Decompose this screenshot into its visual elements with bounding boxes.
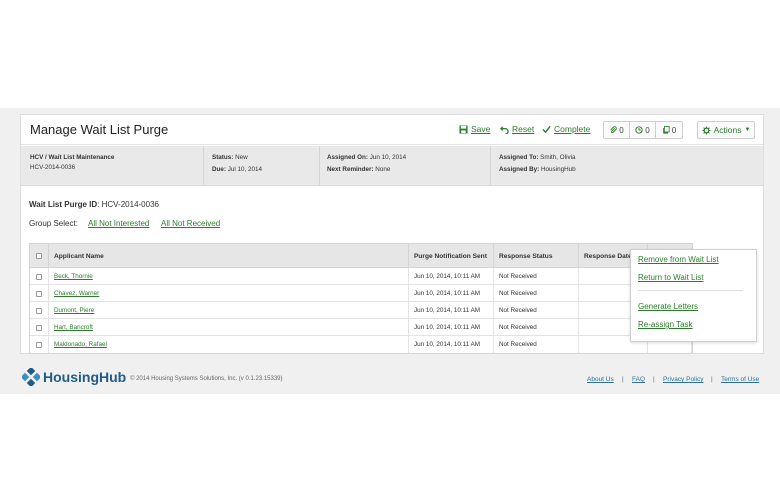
reset-button[interactable]: Reset <box>500 124 534 134</box>
response-status-cell: Not Received <box>494 285 579 302</box>
row-checkbox[interactable] <box>36 307 42 314</box>
paperclip-icon <box>610 126 618 134</box>
select-all-not-received-link[interactable]: All Not Received <box>161 219 220 228</box>
notes-icon <box>662 126 670 134</box>
footer-separator: | <box>711 376 713 383</box>
row-checkbox-cell <box>30 319 49 336</box>
notes-button[interactable]: 0 <box>656 122 682 138</box>
response-status-cell: Not Received <box>494 336 579 353</box>
breadcrumb: HCV / Wait List Maintenance <box>30 154 115 161</box>
copyright-text: © 2014 Housing Systems Solutions, Inc. (… <box>130 376 283 382</box>
clock-icon <box>635 126 643 134</box>
row-checkbox-cell <box>30 336 49 353</box>
row-checkbox-cell <box>30 302 49 319</box>
reset-label: Reset <box>512 124 535 134</box>
row-checkbox[interactable] <box>36 341 42 348</box>
assigned-by-field: Assigned By: HousingHub <box>499 166 576 173</box>
purge-id: Wait List Purge ID: HCV-2014-0036 <box>29 200 159 209</box>
group-select-label: Group Select: <box>29 219 78 228</box>
footer-link-faq[interactable]: FAQ <box>632 376 645 383</box>
row-checkbox[interactable] <box>36 290 42 297</box>
actions-button[interactable]: Actions ▼ <box>697 121 755 139</box>
applicant-name-link[interactable]: Dumont, Piere <box>49 302 409 319</box>
chevron-down-icon: ▼ <box>744 127 751 133</box>
applicant-name-link[interactable]: Beck, Thornie <box>49 268 409 285</box>
notification-sent-cell: Jun 10, 2014, 10:11 AM <box>409 285 494 302</box>
select-all-checkbox[interactable] <box>36 253 42 259</box>
record-id: HCV-2014-0036 <box>30 164 76 171</box>
response-status-cell: Not Received <box>494 302 579 319</box>
record-summary: HCV / Wait List Maintenance HCV-2014-003… <box>21 146 204 186</box>
page-title: Manage Wait List Purge <box>30 122 169 137</box>
gear-icon <box>702 125 711 135</box>
actions-label: Actions <box>713 125 742 135</box>
notification-sent-cell: Jun 10, 2014, 10:11 AM <box>409 268 494 285</box>
logo-wordmark: HousingHub <box>43 369 127 385</box>
counter-button-group: 0 0 0 <box>603 121 683 139</box>
row-checkbox[interactable] <box>36 273 42 280</box>
footer-separator: | <box>622 376 624 383</box>
next-reminder-field: Next Reminder: None <box>327 166 391 173</box>
menu-divider <box>638 290 743 291</box>
housinghub-logo-icon <box>22 368 40 386</box>
table-row: Chavez, Warner Jun 10, 2014, 10:11 AM Not … <box>30 285 692 302</box>
assignment-dates-column: Assigned On: Jun 10, 2014 Next Reminder:… <box>320 146 491 186</box>
applicants-table: Applicant Name Purge Notification Sent R… <box>29 243 693 354</box>
assignee-column: Assigned To: Smith, Olivia Assigned By: … <box>491 146 765 186</box>
due-field: Due: Jul 10, 2014 <box>212 166 263 173</box>
assigned-on-field: Assigned On: Jun 10, 2014 <box>327 154 407 161</box>
menu-item-return-to-wait-list[interactable]: Return to Wait List <box>638 273 704 282</box>
actions-dropdown-menu: Remove from Wait List Return to Wait Lis… <box>630 249 757 342</box>
save-label: Save <box>471 124 491 134</box>
save-icon <box>459 124 468 134</box>
table-header-row: Applicant Name Purge Notification Sent R… <box>30 244 692 268</box>
footer-link-about-us[interactable]: About Us <box>587 376 614 383</box>
table-row: Hart, Bancroft Jun 10, 2014, 10:11 AM Not … <box>30 319 692 336</box>
column-header-applicant-name[interactable]: Applicant Name <box>49 244 409 268</box>
notification-sent-cell: Jun 10, 2014, 10:11 AM <box>409 302 494 319</box>
footer-link-privacy-policy[interactable]: Privacy Policy <box>663 376 703 383</box>
notification-sent-cell: Jun 10, 2014, 10:11 AM <box>409 336 494 353</box>
response-status-cell: Not Received <box>494 319 579 336</box>
status-field: Status: New <box>212 154 248 161</box>
applicant-name-link[interactable]: Maldonado, Rafael <box>49 336 409 353</box>
reminders-count: 0 <box>645 125 650 135</box>
table-row: Maldonado, Rafael Jun 10, 2014, 10:11 AM N… <box>30 336 692 353</box>
row-checkbox-cell <box>30 268 49 285</box>
footer-logo[interactable]: HousingHub <box>22 368 126 386</box>
select-all-checkbox-cell <box>30 244 49 268</box>
column-header-purge-notification-sent[interactable]: Purge Notification Sent <box>409 244 494 268</box>
save-button[interactable]: Save <box>459 124 490 134</box>
footer-separator: | <box>653 376 655 383</box>
response-status-cell: Not Received <box>494 268 579 285</box>
table-row: Beck, Thornie Jun 10, 2014, 10:11 AM Not R… <box>30 268 692 285</box>
row-checkbox[interactable] <box>36 324 42 331</box>
notification-sent-cell: Jun 10, 2014, 10:11 AM <box>409 319 494 336</box>
attachments-count: 0 <box>619 125 624 135</box>
card-header: Manage Wait List Purge Save Reset Comple… <box>21 115 763 145</box>
reminders-button[interactable]: 0 <box>630 122 656 138</box>
menu-item-generate-letters[interactable]: Generate Letters <box>638 302 698 311</box>
undo-icon <box>500 125 509 134</box>
attachments-button[interactable]: 0 <box>604 122 630 138</box>
row-checkbox-cell <box>30 285 49 302</box>
column-header-response-status[interactable]: Response Status <box>494 244 579 268</box>
assigned-to-field: Assigned To: Smith, Olivia <box>499 154 576 161</box>
record-info-bar: HCV / Wait List Maintenance HCV-2014-003… <box>21 146 763 186</box>
complete-label: Complete <box>554 124 591 134</box>
table-row: Dumont, Piere Jun 10, 2014, 10:11 AM Not R… <box>30 302 692 319</box>
notes-count: 0 <box>671 125 677 135</box>
table-body: Beck, Thornie Jun 10, 2014, 10:11 AM Not R… <box>30 268 692 353</box>
menu-item-remove-from-wait-list[interactable]: Remove from Wait List <box>638 255 719 264</box>
select-all-not-interested-link[interactable]: All Not Interested <box>88 219 149 228</box>
complete-button[interactable]: Complete <box>542 124 590 134</box>
page-stage: Manage Wait List Purge Save Reset Comple… <box>0 108 780 394</box>
status-column: Status: New Due: Jul 10, 2014 <box>204 146 320 186</box>
footer-link-terms-of-use[interactable]: Terms of Use <box>721 376 759 383</box>
applicant-name-link[interactable]: Hart, Bancroft <box>49 319 409 336</box>
menu-item-reassign-task[interactable]: Re-assign Task <box>638 320 693 329</box>
applicant-name-link[interactable]: Chavez, Warner <box>49 285 409 302</box>
checkmark-icon <box>542 125 551 133</box>
